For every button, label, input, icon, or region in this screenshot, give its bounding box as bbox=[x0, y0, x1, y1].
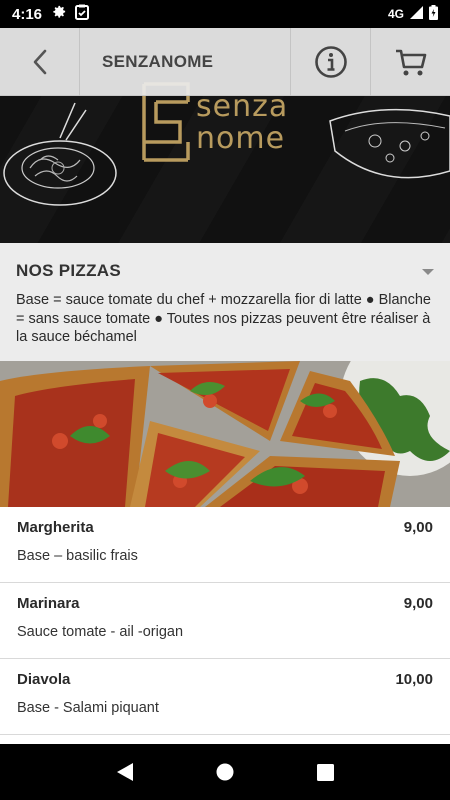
battery-icon bbox=[429, 5, 438, 23]
recents-square-icon[interactable] bbox=[316, 763, 334, 781]
chevron-left-icon bbox=[33, 49, 46, 75]
menu-item-diavola[interactable]: Diavola 10,00 Base - Salami piquant bbox=[0, 659, 450, 735]
category-header[interactable]: NOS PIZZAS Base = sauce tomate du chef +… bbox=[0, 243, 450, 361]
menu-item-marinara[interactable]: Marinara 9,00 Sauce tomate - ail -origan bbox=[0, 583, 450, 659]
menu-item-name: Margherita bbox=[17, 519, 94, 536]
toolbar-title: SENZANOME bbox=[102, 51, 214, 71]
menu-item-price: 10,00 bbox=[395, 671, 433, 688]
menu-item-name: Marinara bbox=[17, 595, 80, 612]
menu-item-description: Sauce tomate - ail -origan bbox=[17, 624, 184, 640]
menu-item-name: Diavola bbox=[17, 671, 71, 688]
back-button[interactable] bbox=[0, 28, 80, 96]
network-type: 4G bbox=[387, 7, 404, 21]
menu-list: Margherita 9,00 Base – basilic frais Mar… bbox=[0, 507, 450, 735]
pasta-sketch-illustration bbox=[3, 102, 117, 206]
cart-button[interactable] bbox=[370, 28, 450, 96]
back-triangle-icon[interactable] bbox=[116, 762, 134, 782]
status-bar: 4:16 4G bbox=[0, 0, 450, 28]
logo-text-nome: nome bbox=[196, 121, 286, 156]
status-time: 4:16 bbox=[12, 5, 43, 23]
menu-item-description: Base - Salami piquant bbox=[17, 700, 159, 716]
settings-icon bbox=[52, 4, 67, 24]
caret-down-icon[interactable] bbox=[422, 269, 434, 275]
menu-item-price: 9,00 bbox=[403, 519, 433, 536]
pizza-sketch-illustration bbox=[329, 108, 450, 179]
info-button[interactable] bbox=[290, 28, 370, 96]
category-description: Base = sauce tomate du chef + mozzarella… bbox=[16, 292, 431, 345]
clipboard-icon bbox=[75, 4, 90, 25]
logo-text-senza: senza bbox=[196, 89, 289, 124]
menu-item-price: 9,00 bbox=[403, 595, 433, 612]
menu-item-description: Base – basilic frais bbox=[17, 548, 138, 564]
info-icon bbox=[314, 46, 347, 78]
app-toolbar: SENZANOME bbox=[0, 28, 450, 96]
pizza-photo bbox=[0, 361, 450, 507]
home-circle-icon[interactable] bbox=[216, 763, 234, 781]
signal-icon bbox=[410, 6, 423, 22]
category-title: NOS PIZZAS bbox=[16, 261, 122, 280]
menu-item-margherita[interactable]: Margherita 9,00 Base – basilic frais bbox=[0, 507, 450, 583]
cart-icon bbox=[395, 49, 426, 76]
system-nav-bar bbox=[0, 744, 450, 800]
